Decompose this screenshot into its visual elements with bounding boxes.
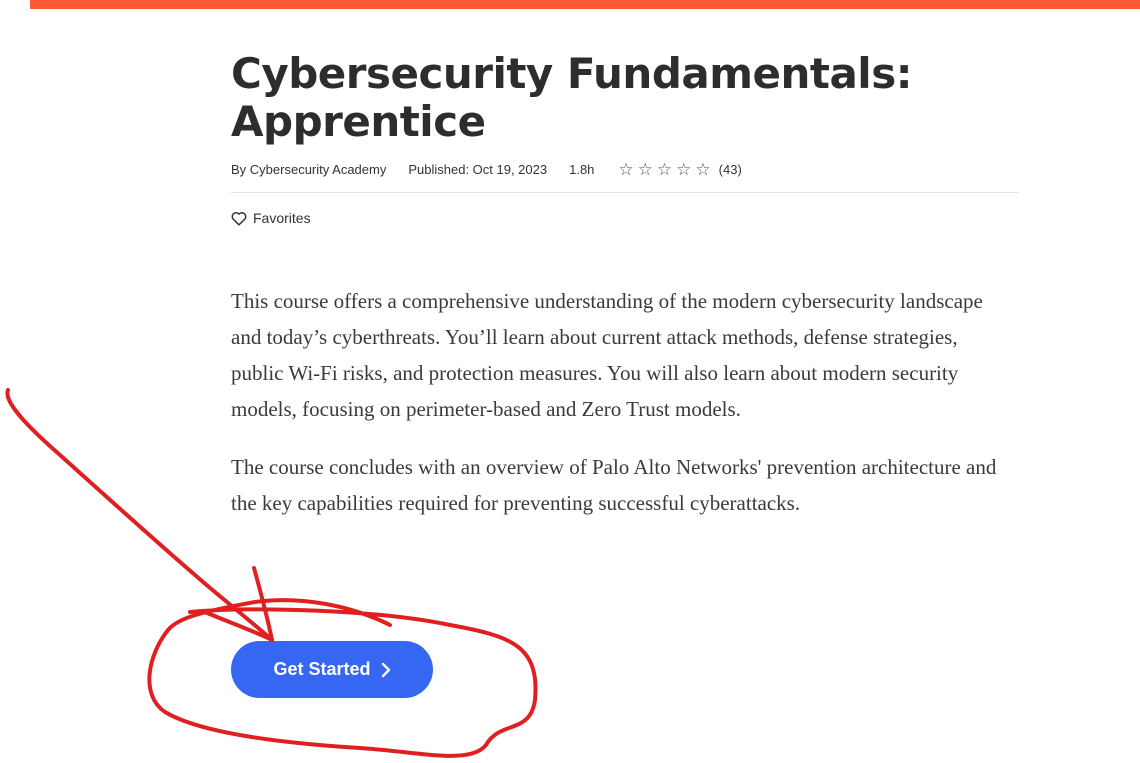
star-icon: ☆ [676,159,692,179]
course-title-line2: Apprentice [231,97,486,146]
star-icon: ☆ [637,159,653,179]
annotation-arrow-head-right [252,566,274,642]
course-title-line1: Cybersecurity Fundamentals: [231,49,913,98]
chevron-right-icon [381,662,391,678]
get-started-button[interactable]: Get Started [231,641,433,698]
annotation-arrow-head-left [203,610,274,642]
favorites-button[interactable]: Favorites [231,210,311,226]
course-description-paragraph-1: This course offers a comprehensive under… [231,288,983,421]
course-author: By Cybersecurity Academy [231,161,387,177]
star-icon: ☆ [695,159,711,179]
course-header: Cybersecurity Fundamentals: Apprentice B… [231,50,1019,521]
course-meta: By Cybersecurity Academy Published: Oct … [231,160,1019,178]
get-started-label: Get Started [273,659,371,679]
star-icon: ☆ [618,159,634,179]
course-duration: 1.8h [569,161,595,177]
favorites-label: Favorites [253,210,311,226]
brand-accent-bar [30,0,1140,9]
course-description-paragraph-2: The course concludes with an overview of… [231,454,997,515]
heart-icon [231,211,247,226]
rating-stars: ☆ ☆ ☆ ☆ ☆ [618,161,714,178]
course-title: Cybersecurity Fundamentals: Apprentice [231,50,1019,146]
divider [231,192,1019,193]
rating-count: (43) [718,161,742,177]
star-icon: ☆ [656,159,673,179]
course-published-date: Published: Oct 19, 2023 [408,161,548,177]
